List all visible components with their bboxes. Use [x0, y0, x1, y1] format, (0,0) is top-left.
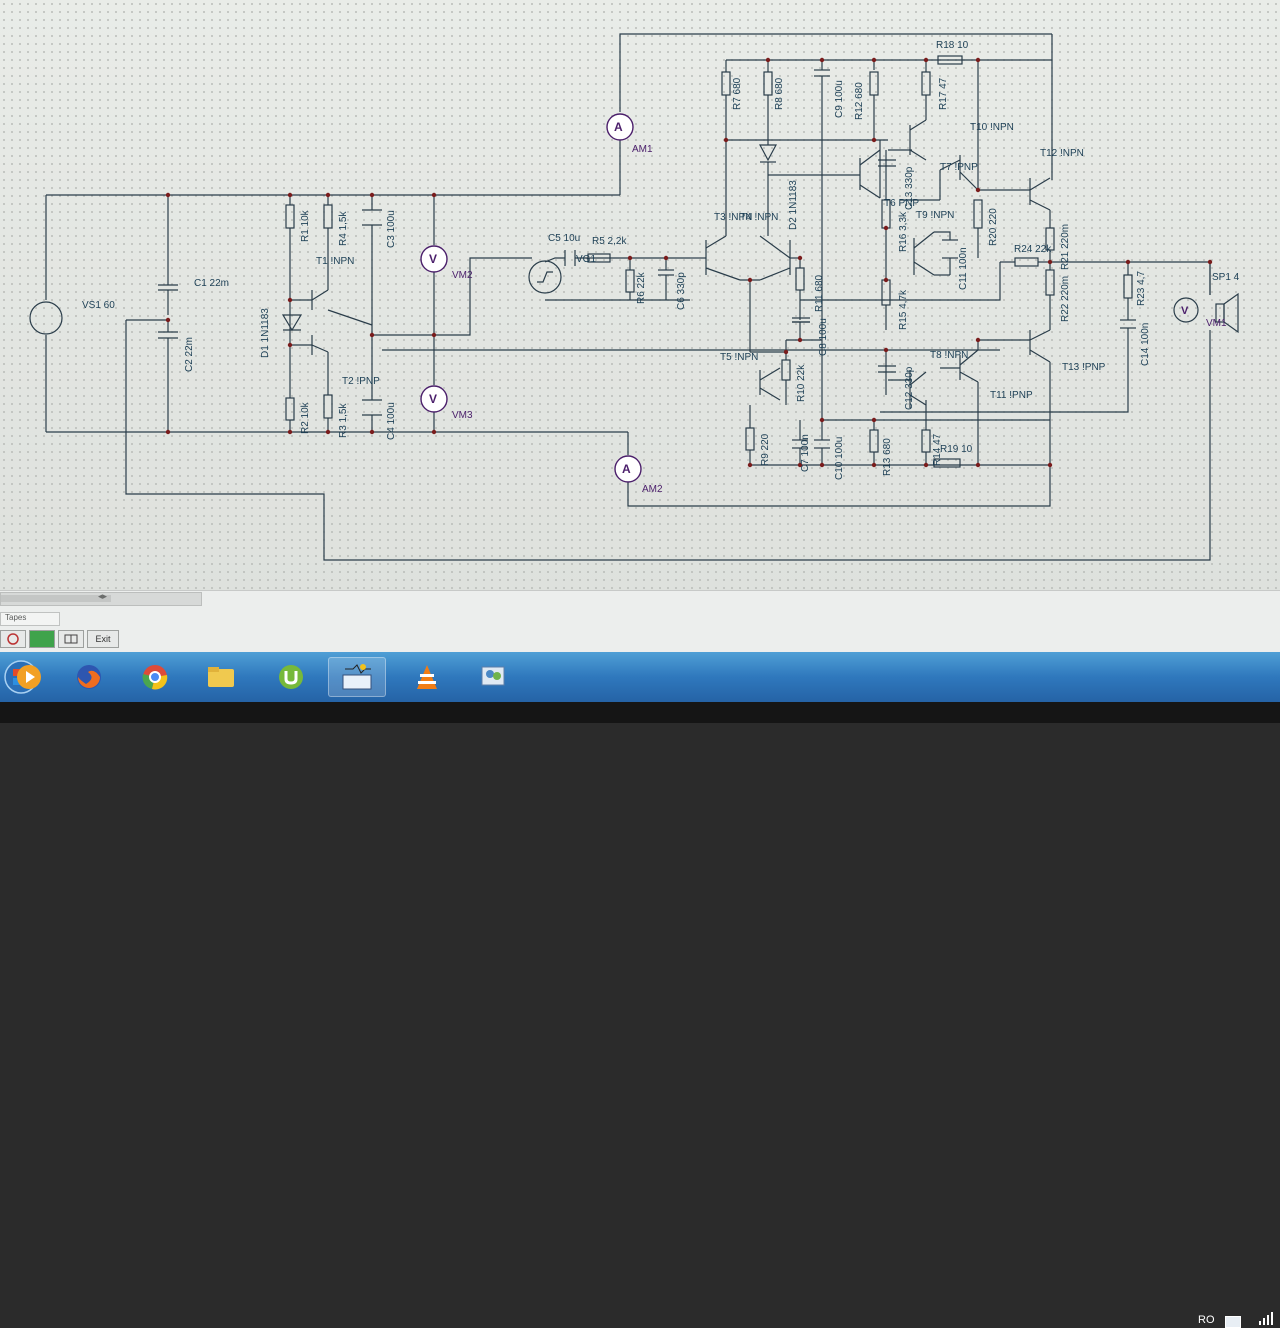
label-d1: D1 1N1183 — [260, 308, 271, 358]
schematic-canvas[interactable]: A A V V V AM1 AM2 VM2 VM3 VS1 60 C1 22m … — [0, 0, 1280, 600]
circuit-simulator-icon[interactable] — [328, 657, 386, 697]
language-indicator[interactable]: RO — [1198, 1314, 1215, 1326]
chrome-icon[interactable] — [126, 657, 184, 697]
label-c12: C12 330p — [904, 366, 915, 410]
horizontal-scrollbar[interactable]: ◂▸ — [0, 591, 202, 606]
label-r21: R21 220m — [1060, 224, 1071, 270]
network-icon[interactable] — [1258, 1312, 1274, 1326]
label-c6: C6 330p — [676, 272, 687, 310]
exit-button[interactable]: Exit — [87, 630, 119, 648]
label-t6: T6 PNP — [884, 198, 919, 209]
component-bar-icon[interactable] — [29, 630, 55, 648]
vlc-icon[interactable] — [398, 657, 456, 697]
label-vs1: VS1 60 — [82, 300, 115, 311]
label-c5: C5 10u — [548, 233, 580, 244]
label-r10: R10 22k — [796, 364, 807, 402]
action-center-flag-icon[interactable] — [1225, 1316, 1241, 1328]
label-c4: C4 100u — [386, 402, 397, 440]
screen-bezel — [0, 702, 1280, 723]
label-t13: T13 !PNP — [1062, 362, 1106, 373]
label-r7: R7 680 — [732, 77, 743, 110]
meters — [420, 113, 642, 483]
label-r8: R8 680 — [774, 77, 785, 110]
label-t7: T7 !PNP — [940, 162, 978, 173]
label-t10: T10 !NPN — [970, 122, 1014, 133]
meter-vm3-symbol: V — [429, 392, 437, 406]
scrollbar-thumb[interactable] — [1, 595, 111, 602]
firefox-icon[interactable] — [60, 657, 118, 697]
label-t1: T1 !NPN — [316, 256, 354, 267]
label-t4: T4 !NPN — [740, 212, 778, 223]
label-d2: D2 1N1183 — [788, 180, 799, 230]
label-r1: R1 10k — [300, 209, 311, 242]
label-t9: T9 !NPN — [916, 210, 954, 221]
label-c10: C10 100u — [834, 437, 845, 480]
taskbar: RO — [0, 652, 1280, 1328]
label-r18: R18 10 — [936, 40, 969, 51]
label-am2: AM2 — [642, 484, 663, 495]
label-r5: R5 2,2k — [592, 236, 627, 247]
label-c3: C3 100u — [386, 210, 397, 248]
component-labels: A A V V V AM1 AM2 VM2 VM3 VS1 60 C1 22m … — [82, 40, 1240, 495]
label-r16: R16 3,3k — [898, 211, 909, 252]
split-view-icon[interactable] — [58, 630, 84, 648]
label-c11: C11 100n — [958, 247, 969, 290]
label-t5: T5 !NPN — [720, 352, 758, 363]
label-t11: T11 !PNP — [990, 390, 1033, 401]
record-icon[interactable] — [0, 630, 26, 648]
label-c14: C14 100n — [1140, 323, 1151, 366]
label-c1: C1 22m — [194, 278, 229, 289]
meter-vm2-symbol: V — [429, 252, 437, 266]
label-vm1: VM1 — [1206, 318, 1227, 329]
label-r23: R23 4,7 — [1136, 271, 1147, 306]
label-c7: C7 100n — [800, 434, 811, 472]
bottom-toolbar: Exit — [0, 630, 119, 650]
label-r12: R12 680 — [854, 82, 865, 120]
label-vm3: VM3 — [452, 410, 473, 421]
label-sp1: SP1 4 — [1212, 272, 1240, 283]
scroll-arrows-icon[interactable]: ◂▸ — [98, 591, 107, 602]
label-r3: R3 1,5k — [338, 403, 349, 438]
utorrent-icon[interactable] — [262, 657, 320, 697]
label-c9: C9 100u — [834, 80, 845, 118]
label-r6: R6 22k — [636, 271, 647, 304]
label-r20: R20 220 — [988, 208, 999, 246]
label-r4: R4 1,5k — [338, 211, 349, 246]
label-vm2: VM2 — [452, 270, 473, 281]
label-c2: C2 22m — [184, 337, 195, 372]
label-r19: R19 10 — [940, 444, 973, 455]
label-t12: T12 !NPN — [1040, 148, 1084, 159]
label-r17: R17 47 — [938, 77, 949, 110]
label-r15: R15 4,7k — [898, 289, 909, 330]
screen: A A V V V AM1 AM2 VM2 VM3 VS1 60 C1 22m … — [0, 0, 1280, 1328]
label-r2: R2 10k — [300, 401, 311, 434]
meter-am2-symbol: A — [622, 462, 631, 476]
image-viewer-icon[interactable] — [464, 657, 522, 697]
label-r22: R22 220m — [1060, 276, 1071, 322]
label-t2: T2 !PNP — [342, 376, 380, 387]
label-am1: AM1 — [632, 144, 653, 155]
label-t8: T8 !NPN — [930, 350, 968, 361]
label-r13: R13 680 — [882, 438, 893, 476]
mode-tab[interactable]: Tapes — [0, 612, 60, 626]
label-r11: R11 680 — [814, 274, 825, 312]
label-r9: R9 220 — [760, 433, 771, 466]
meter-vm1-symbol: V — [1181, 305, 1189, 317]
label-r24: R24 22k — [1014, 244, 1052, 255]
meter-am1-symbol: A — [614, 120, 623, 134]
label-vg1: VG1 — [576, 254, 596, 265]
media-player-icon[interactable] — [0, 657, 58, 697]
folder-icon[interactable] — [192, 657, 250, 697]
label-c8: C8 100u — [818, 318, 829, 356]
circuit-schematic[interactable]: A A V V V AM1 AM2 VM2 VM3 VS1 60 C1 22m … — [0, 0, 1280, 600]
